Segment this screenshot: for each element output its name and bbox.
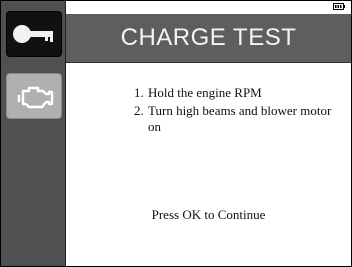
- tab-engine[interactable]: [6, 73, 62, 119]
- step-text: Hold the engine RPM: [148, 85, 262, 100]
- instruction-list: 1. Hold the engine RPM 2. Turn high beam…: [134, 85, 344, 137]
- key-icon: [13, 25, 53, 43]
- header-bar: CHARGE TEST: [66, 14, 351, 63]
- instruction-step: 1. Hold the engine RPM: [134, 85, 344, 101]
- status-bar: [66, 1, 351, 13]
- sidebar: [1, 1, 66, 266]
- battery-icon: [333, 3, 345, 10]
- page-title: CHARGE TEST: [120, 24, 297, 51]
- instruction-step: 2. Turn high beams and blower motor on: [134, 103, 344, 135]
- step-number: 1.: [134, 85, 144, 100]
- step-number: 2.: [134, 103, 144, 118]
- engine-icon: [17, 86, 54, 109]
- device-screen: CHARGE TEST 1. Hold the engine RPM 2. Tu…: [0, 0, 352, 267]
- step-text: Turn high beams and blower motor on: [148, 103, 332, 134]
- continue-prompt: Press OK to Continue: [151, 207, 266, 222]
- tab-key[interactable]: [6, 11, 62, 57]
